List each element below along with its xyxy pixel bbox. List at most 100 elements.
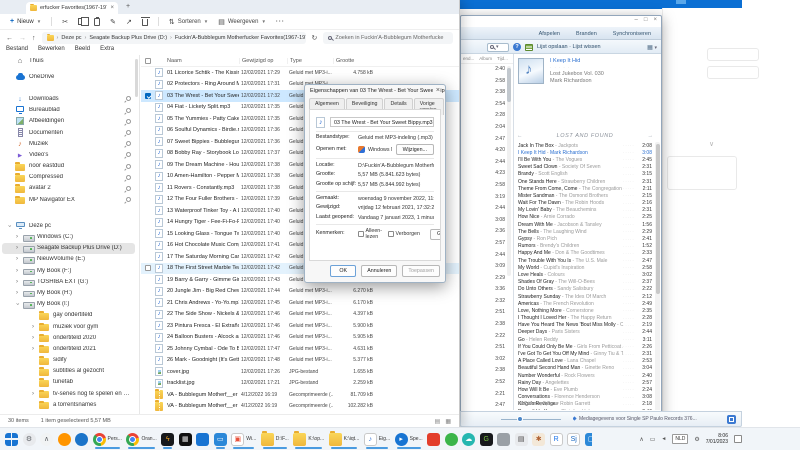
file-row[interactable]: 22 The Side Show - Nickels & Dimes... 12… <box>141 309 459 321</box>
taskbar-app-button[interactable] <box>195 428 210 450</box>
playlist-track[interactable]: Love Heals - Colours 3:02 <box>514 271 654 278</box>
track-rating[interactable] <box>623 301 637 306</box>
track-rating[interactable] <box>623 352 637 357</box>
tray-speaker-icon[interactable]: ◄ <box>661 436 666 442</box>
taskbar-app-button[interactable]: ϟ <box>160 428 175 450</box>
taskbar-app-button[interactable]: Oran... <box>125 428 157 450</box>
taskbar-app-button[interactable]: ∧ <box>39 428 54 450</box>
volume-slider[interactable] <box>501 419 561 420</box>
track-rating[interactable] <box>623 402 637 407</box>
track-rating[interactable] <box>623 316 637 321</box>
sidebar-item[interactable]: My Book (H:) <box>2 287 135 298</box>
track-rating[interactable] <box>623 330 637 335</box>
expand-arrow-icon[interactable] <box>8 223 15 229</box>
column-header-name[interactable]: Naam <box>167 58 239 64</box>
expand-arrow-icon[interactable] <box>32 324 39 330</box>
file-row[interactable]: VA - Bubblegum Motherf__er - Vol 01... 4… <box>141 389 459 401</box>
sidebar-item[interactable]: NieuwVolume (E:) <box>2 254 135 265</box>
chevron-down-icon[interactable]: ▾ <box>654 45 657 51</box>
playlist-track[interactable]: The Trouble With You Is - The U.S. Male … <box>514 257 654 264</box>
taskbar-app-button[interactable]: ▭ <box>213 428 228 450</box>
playlist-track[interactable]: Go - Helen Reddy 3:11 <box>514 336 654 343</box>
sidebar-item[interactable]: a torrentsnames <box>2 399 135 410</box>
expand-arrow-icon[interactable] <box>16 268 23 274</box>
explorer-tab[interactable]: erfucker Favorites(1967-1975) × <box>26 2 118 14</box>
track-rating[interactable] <box>623 150 637 155</box>
up-icon[interactable]: ↑ <box>32 35 36 42</box>
track-rating[interactable] <box>623 272 637 277</box>
playlist-track[interactable]: Sweet Sad Clown - Society Of Seven 2:31 <box>514 164 654 171</box>
details-view-icon[interactable]: ▤ <box>435 418 441 425</box>
next-list-icon[interactable]: → <box>648 133 654 139</box>
track-rating[interactable] <box>623 172 637 177</box>
playlist-track[interactable]: Wait For The Dawn - The Robin Hoods 2:16 <box>514 200 654 207</box>
track-rating[interactable] <box>623 208 637 213</box>
file-row[interactable]: 01 Licorice Schtik - The Kissin' Game...… <box>141 67 459 79</box>
sidebar-item[interactable]: muziek voor gym <box>2 321 135 332</box>
taskbar-app-button[interactable]: ▣ Wi... <box>230 428 257 450</box>
playlist-track[interactable]: Happy And Me - Don & The Goodtimes 2:33 <box>514 250 654 257</box>
playlist-track[interactable]: Theme From Come, Come - The Congregation… <box>514 185 654 192</box>
track-rating[interactable] <box>623 344 637 349</box>
playlist-track[interactable]: How Will It Be - Eve Plumb 2:24 <box>514 386 654 393</box>
column-header-date[interactable]: Gewijzigd op <box>239 58 287 64</box>
menu-item[interactable]: Beeld <box>75 46 90 55</box>
track-rating[interactable] <box>623 280 637 285</box>
playlist-track[interactable]: Deeper Days - Paris Sisters 2:44 <box>514 329 654 336</box>
track-rating[interactable] <box>623 380 637 385</box>
track-rating[interactable] <box>623 186 637 191</box>
taskbar-app-button[interactable] <box>444 428 459 450</box>
taskbar-app-button[interactable]: R <box>549 428 564 450</box>
track-rating[interactable] <box>623 201 637 206</box>
tray-monitor-icon[interactable]: ▭ <box>650 436 656 443</box>
maximize-icon[interactable]: □ <box>644 17 648 23</box>
expand-arrow-icon[interactable] <box>32 335 39 341</box>
track-rating[interactable] <box>623 251 637 256</box>
playlist-track[interactable]: I Keep It Hid - Mark Richardson 3:08 <box>514 149 654 156</box>
sidebar-item[interactable]: My Book (F:) <box>2 265 135 276</box>
taskbar-app-button[interactable]: K:\op... <box>292 428 325 450</box>
taskbar-app-button[interactable]: ▦ <box>178 428 193 450</box>
advanced-button[interactable]: Geavanceerd... <box>430 229 441 240</box>
sidebar-scrollbar[interactable] <box>135 59 138 97</box>
expand-arrow-icon[interactable] <box>16 279 23 285</box>
sidebar-item[interactable]: noor eastdud <box>2 161 135 172</box>
playlist-track[interactable]: Jack In The Box - Jackpots 2:08 <box>514 142 654 149</box>
playlist-track[interactable]: A Place Called Love - Lana Chapel 2:53 <box>514 358 654 365</box>
file-row[interactable]: 20 Jungle Jim - Big Red Chewy Uman-re...… <box>141 286 459 298</box>
track-rating[interactable] <box>623 265 637 270</box>
playlist-track[interactable]: Rainy Day - Angelettes 2:57 <box>514 379 654 386</box>
cancel-button[interactable]: Annuleren <box>361 265 397 277</box>
column-header-size[interactable]: Grootte <box>333 58 373 64</box>
playlist-track[interactable]: Strawberry Sunday - The Ides Of March 2:… <box>514 293 654 300</box>
playlist-track[interactable]: Americas - The French Revolution 2:49 <box>514 300 654 307</box>
playlist-track[interactable]: Shades Of Gray - The Will-O-Bees 2:37 <box>514 279 654 286</box>
wmp-search-input[interactable]: ▾ <box>487 43 509 52</box>
close-icon[interactable]: × <box>433 87 440 94</box>
playlist-track[interactable]: Do Unto Others - Sandy Salisbury 2:22 <box>514 286 654 293</box>
library-column[interactable]: end... <box>463 56 474 61</box>
track-rating[interactable] <box>623 222 637 227</box>
sidebar-item[interactable]: tv-series nog te spelen en subtitel aanp… <box>2 388 135 399</box>
playlist-track[interactable]: How Nice - Arnie Corrado 2:25 <box>514 214 654 221</box>
menu-item[interactable]: Bewerken <box>38 46 65 55</box>
help-icon[interactable]: ? <box>513 43 521 51</box>
sidebar-item[interactable]: sidify <box>2 355 135 366</box>
track-rating[interactable] <box>623 308 637 313</box>
track-rating[interactable] <box>623 244 637 249</box>
taskbar-app-button[interactable]: K:\iqt... <box>328 428 361 450</box>
breadcrumb-item[interactable]: › Fuckin'A-Bubblegum Motherfucker Favori… <box>170 35 305 41</box>
taskbar-app-button[interactable] <box>496 428 511 450</box>
row-checkbox[interactable] <box>145 265 151 271</box>
playlist-track[interactable]: If You Could Only Be Me - Girls From Pet… <box>514 343 654 350</box>
taskbar-app-button[interactable] <box>426 428 441 450</box>
expand-arrow-icon[interactable] <box>32 346 39 352</box>
sort-button[interactable]: Sorteren ▼ <box>169 18 208 26</box>
switch-to-now-playing-icon[interactable] <box>727 415 736 424</box>
playlist-track[interactable]: Conversations - Florence Henderson 3:08 <box>514 394 654 401</box>
view-button[interactable]: Weergeven ▼ <box>218 18 266 26</box>
track-rating[interactable] <box>623 366 637 371</box>
track-rating[interactable] <box>623 193 637 198</box>
playlist-track[interactable]: Beautiful Second Hand Man - Ginette Reno… <box>514 365 654 372</box>
taskbar-app-button[interactable]: ♪ Eig... <box>363 428 391 450</box>
